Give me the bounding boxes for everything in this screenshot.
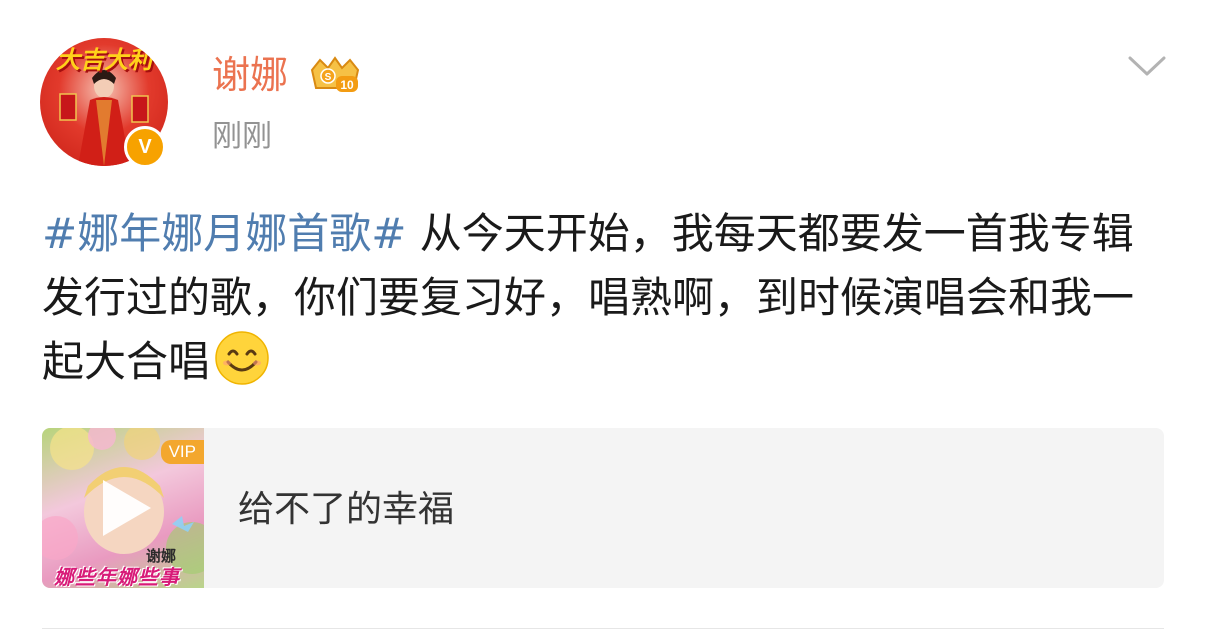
song-title: 给不了的幸福 <box>238 489 455 530</box>
author-name[interactable]: 谢娜 <box>212 52 288 98</box>
hashtag-link[interactable]: #娜年娜月娜首歌# <box>42 209 406 258</box>
svg-text:S: S <box>325 72 332 83</box>
post-text: #娜年娜月娜首歌# 从今天开始，我每天都要发一首我专辑发行过的歌，你们要复习好，… <box>42 202 1172 394</box>
post-timestamp: 刚刚 <box>212 119 272 154</box>
member-level: 10 <box>340 78 354 92</box>
play-icon[interactable] <box>95 476 155 540</box>
chevron-down-icon[interactable] <box>1126 52 1168 82</box>
album-cover[interactable]: VIP 谢娜 娜些年娜些事 <box>42 428 204 588</box>
cover-album-title: 娜些年娜些事 <box>54 565 180 588</box>
divider <box>42 628 1164 629</box>
smile-emoji-icon <box>214 330 270 386</box>
avatar-banner-text: 大吉大利 <box>56 46 152 74</box>
weibo-post: 大吉大利 V 谢娜 S 10 刚刚 #娜年娜月娜首歌# 从今天开始，我每天都要发… <box>0 0 1206 642</box>
verified-badge: V <box>124 126 166 168</box>
author-avatar[interactable]: 大吉大利 V <box>40 38 172 170</box>
music-card[interactable]: VIP 谢娜 娜些年娜些事 给不了的幸福 <box>42 428 1164 588</box>
member-crown-icon[interactable]: S 10 <box>306 54 364 96</box>
vip-tag: VIP <box>160 440 204 464</box>
